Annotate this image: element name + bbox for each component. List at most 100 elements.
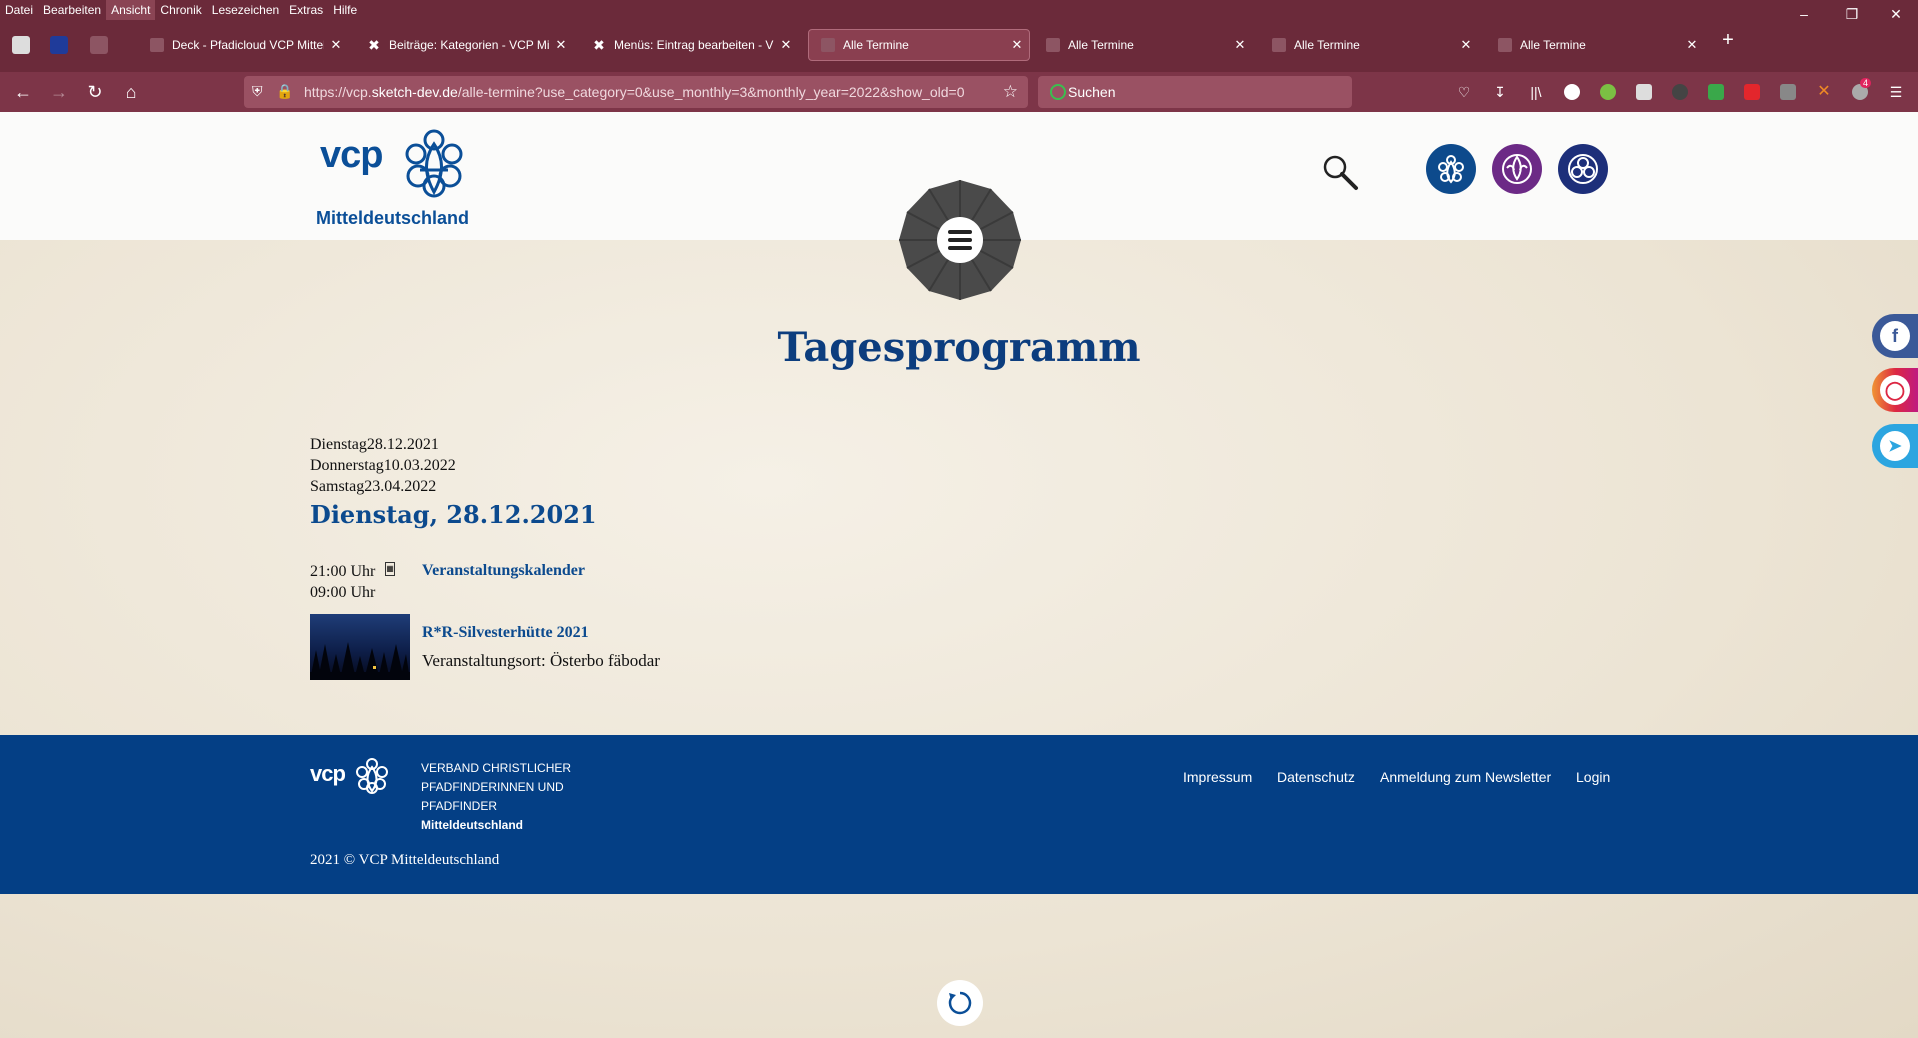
extension-a-icon[interactable] xyxy=(1564,84,1580,100)
tab-favicon-icon xyxy=(1272,38,1286,52)
search-bar[interactable]: Suchen xyxy=(1038,76,1352,108)
footer-lily-icon[interactable] xyxy=(352,755,392,795)
tab-close-icon[interactable]: ✕ xyxy=(774,37,798,53)
date-value: 10.03.2022 xyxy=(383,457,456,474)
tab-alle-termine-2[interactable]: Alle Termine ✕ xyxy=(1034,29,1252,61)
download-icon[interactable]: ↧ xyxy=(1490,82,1510,102)
event-thumbnail[interactable] xyxy=(310,614,410,680)
tab-close-icon[interactable]: ✕ xyxy=(324,37,348,53)
tab-close-icon[interactable]: ✕ xyxy=(1454,37,1478,53)
google-icon xyxy=(1050,84,1066,100)
extension-notification-icon[interactable]: 4 xyxy=(1852,78,1872,100)
date-value: 28.12.2021 xyxy=(366,436,439,453)
tab-alle-termine-4[interactable]: Alle Termine ✕ xyxy=(1486,29,1704,61)
main-menu-button[interactable] xyxy=(895,178,1025,302)
footer-org-line: PFADFINDER xyxy=(421,799,498,813)
extension-dark-icon[interactable] xyxy=(1672,84,1688,100)
lily-logo-icon[interactable] xyxy=(394,124,474,204)
forest-night-image xyxy=(310,642,410,680)
tab-label: Menüs: Eintrag bearbeiten - VCP xyxy=(614,38,774,52)
pocket-icon[interactable]: ♡ xyxy=(1454,82,1474,102)
telegram-button[interactable]: ➤ xyxy=(1872,424,1918,468)
menu-lesezeichen[interactable]: Lesezeichen xyxy=(207,0,284,20)
menu-chronik[interactable]: Chronik xyxy=(155,0,206,20)
search-icon[interactable] xyxy=(1320,152,1360,192)
date-day: Donnerstag xyxy=(310,457,384,474)
facebook-icon: f xyxy=(1880,321,1910,351)
wagggs-badge-icon[interactable] xyxy=(1558,144,1608,194)
url-bar[interactable]: ⛨ 🔒 https://vcp.sketch-dev.de/alle-termi… xyxy=(244,76,1028,108)
tab-menues[interactable]: ✖ Menüs: Eintrag bearbeiten - VCP ✕ xyxy=(580,29,798,61)
event-category-link[interactable]: Veranstaltungskalender xyxy=(422,562,585,580)
footer-link-impressum[interactable]: Impressum xyxy=(1183,769,1252,785)
new-tab-button[interactable]: + xyxy=(1716,28,1740,52)
trefoil-icon xyxy=(1568,154,1598,184)
pinned-tab-1[interactable] xyxy=(6,32,36,58)
tab-deck[interactable]: Deck - Pfadicloud VCP Mitteldeutschland … xyxy=(138,29,348,61)
extension-cross-icon[interactable]: ✕ xyxy=(1816,84,1832,100)
library-icon[interactable]: ||\ xyxy=(1526,82,1546,102)
footer-link-login[interactable]: Login xyxy=(1576,769,1610,785)
instagram-icon: ◯ xyxy=(1880,375,1910,405)
tab-favicon-icon xyxy=(821,38,835,52)
date-list-item[interactable]: Donnerstag10.03.2022 xyxy=(310,455,456,476)
reload-button[interactable]: ↻ xyxy=(82,80,108,104)
tab-label: Beiträge: Kategorien - VCP Mitteldeutsch… xyxy=(389,38,549,52)
site-logo-text[interactable]: vcp xyxy=(320,134,383,177)
wosm-badge-icon[interactable] xyxy=(1492,144,1542,194)
tab-beitraege[interactable]: ✖ Beiträge: Kategorien - VCP Mitteldeuts… xyxy=(355,29,573,61)
extension-green-icon[interactable] xyxy=(1600,84,1616,100)
home-button[interactable]: ⌂ xyxy=(118,80,144,104)
tab-close-icon[interactable]: ✕ xyxy=(1228,37,1252,53)
site-logo-subtitle: Mitteldeutschland xyxy=(316,208,470,228)
footer-logo-text[interactable]: vcp xyxy=(310,761,346,787)
menu-extras[interactable]: Extras xyxy=(284,0,328,20)
pinned-tab-2[interactable] xyxy=(44,32,74,58)
menu-ansicht[interactable]: Ansicht xyxy=(106,0,156,20)
pinned-tab-3[interactable] xyxy=(84,32,114,58)
hamburger-menu-icon[interactable]: ☰ xyxy=(1886,82,1906,102)
date-list-item[interactable]: Samstag23.04.2022 xyxy=(310,476,456,497)
tab-close-icon[interactable]: ✕ xyxy=(549,37,573,53)
web-page: vcp Mitteldeutschland Tagesprogramm Dien… xyxy=(0,112,1918,1038)
joomla-icon: ✖ xyxy=(593,37,605,53)
page-title: Tagesprogramm xyxy=(777,324,1141,371)
tab-alle-termine-3[interactable]: Alle Termine ✕ xyxy=(1260,29,1478,61)
fleur-de-lis-icon xyxy=(1502,154,1532,184)
tab-bar: Deck - Pfadicloud VCP Mitteldeutschland … xyxy=(0,20,1918,72)
date-list-item[interactable]: Dienstag28.12.2021 xyxy=(310,434,456,455)
bookmark-star-icon[interactable]: ☆ xyxy=(1003,82,1018,102)
tab-label: Alle Termine xyxy=(1068,38,1134,52)
extension-grid-icon[interactable] xyxy=(1636,84,1652,100)
footer-link-datenschutz[interactable]: Datenschutz xyxy=(1277,769,1355,785)
extension-red-s-icon[interactable] xyxy=(1744,84,1760,100)
scroll-top-button[interactable] xyxy=(937,980,983,1026)
tab-label: Alle Termine xyxy=(1520,38,1586,52)
tab-close-icon[interactable]: ✕ xyxy=(1680,37,1704,53)
calendar-export-icon[interactable]: ▦ xyxy=(385,562,395,576)
tab-alle-termine-active[interactable]: Alle Termine ✕ xyxy=(808,29,1030,61)
url-text[interactable]: https://vcp.sketch-dev.de/alle-termine?u… xyxy=(304,84,965,100)
telegram-icon: ➤ xyxy=(1880,431,1910,461)
navigation-bar: ← → ↻ ⌂ ⛨ 🔒 https://vcp.sketch-dev.de/al… xyxy=(0,72,1918,112)
facebook-button[interactable]: f xyxy=(1872,314,1918,358)
tab-favicon-icon xyxy=(1046,38,1060,52)
instagram-button[interactable]: ◯ xyxy=(1872,368,1918,412)
menu-bar: Datei Bearbeiten Ansicht Chronik Lesezei… xyxy=(0,0,1918,20)
event-title-link[interactable]: R*R-Silvesterhütte 2021 xyxy=(422,624,589,642)
menu-bearbeiten[interactable]: Bearbeiten xyxy=(38,0,106,20)
shield-icon[interactable]: ⛨ xyxy=(252,83,263,100)
date-value: 23.04.2022 xyxy=(364,478,437,495)
tab-close-icon[interactable]: ✕ xyxy=(1005,37,1029,53)
forward-button[interactable]: → xyxy=(46,80,72,104)
menu-datei[interactable]: Datei xyxy=(0,0,38,20)
vcp-badge-icon[interactable] xyxy=(1426,144,1476,194)
footer-link-newsletter[interactable]: Anmeldung zum Newsletter xyxy=(1380,769,1551,785)
extension-ublock-icon[interactable] xyxy=(1780,84,1796,100)
extension-green-square-icon[interactable] xyxy=(1708,84,1724,100)
day-heading: Dienstag, 28.12.2021 xyxy=(310,500,597,529)
back-button[interactable]: ← xyxy=(10,80,36,104)
menu-hilfe[interactable]: Hilfe xyxy=(328,0,362,20)
date-day: Samstag xyxy=(310,478,365,495)
lock-icon[interactable]: 🔒 xyxy=(276,83,293,100)
